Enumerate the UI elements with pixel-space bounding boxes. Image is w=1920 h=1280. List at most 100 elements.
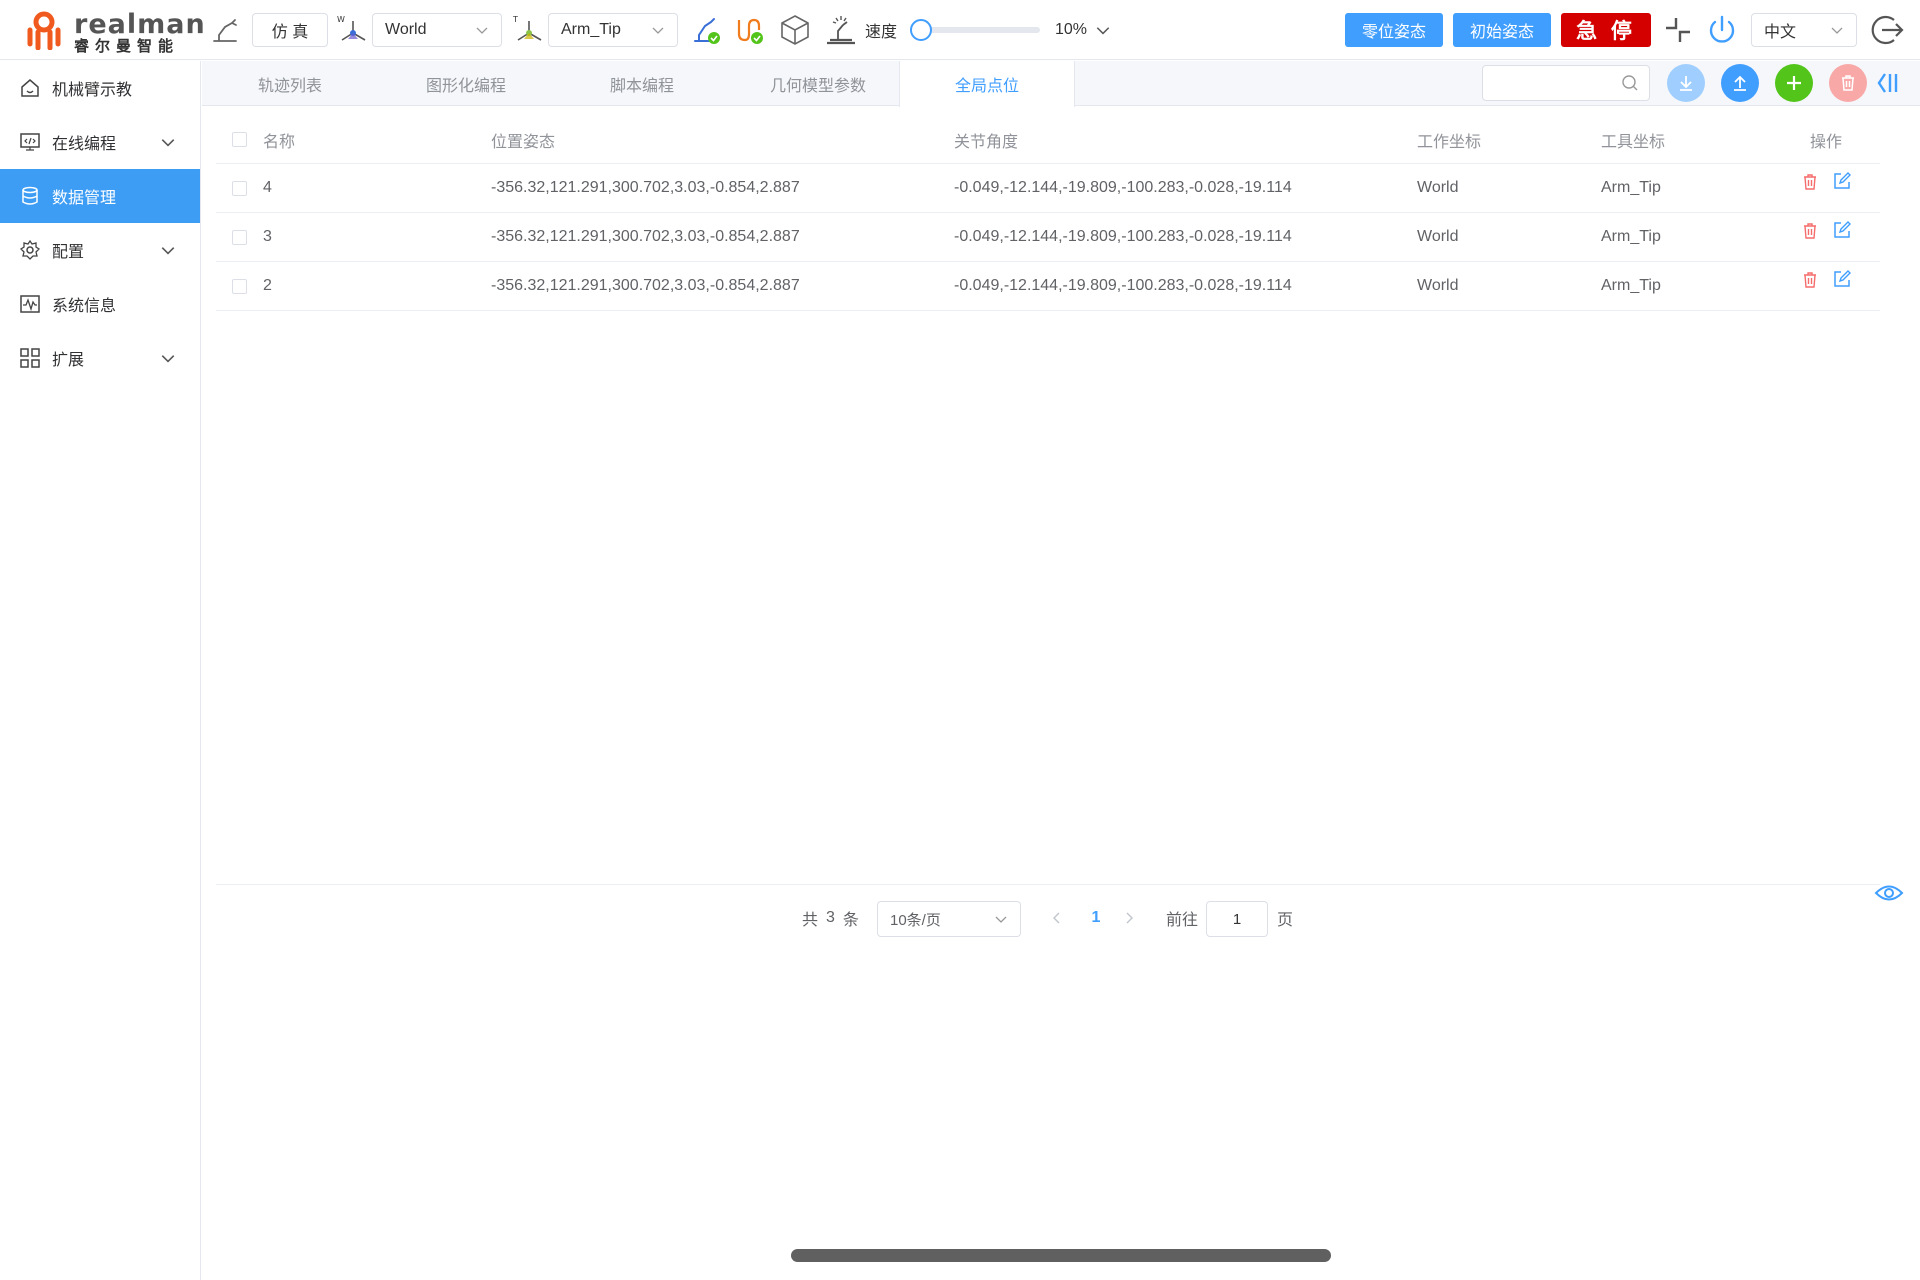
goto-page-input[interactable]: 1 [1206, 901, 1268, 937]
speed-label: 速度 [865, 24, 898, 41]
search-text-field[interactable] [1491, 66, 1621, 98]
robot-status-ok-icon[interactable] [690, 0, 722, 60]
simulation-label: 仿 真 [271, 24, 309, 41]
collapse-panel-icon[interactable] [1876, 70, 1900, 101]
cell-name: 3 [263, 228, 272, 245]
chevron-down-icon [995, 916, 1007, 923]
cell-pose: -356.32,121.291,300.702,3.03,-0.854,2.88… [491, 179, 800, 196]
cell-work-coord: World [1417, 228, 1459, 245]
work-coord-value: World [385, 21, 427, 38]
cell-tool-coord: Arm_Tip [1601, 277, 1661, 294]
svg-text:W: W [337, 15, 345, 24]
sidebar-item-online-programming[interactable]: 在线编程 [0, 115, 200, 169]
add-point-button[interactable] [1775, 64, 1813, 102]
table-row: 4 -356.32,121.291,300.702,3.03,-0.854,2.… [216, 164, 1880, 213]
cell-joints: -0.049,-12.144,-19.809,-100.283,-0.028,-… [954, 228, 1292, 245]
speed-slider-thumb[interactable] [910, 19, 932, 41]
global-points-table: 名称 位置姿态 关节角度 工作坐标 工具坐标 操作 4 -356.32,121.… [216, 116, 1880, 311]
work-coord-icon: W [336, 0, 370, 60]
emergency-stop-button[interactable]: 急 停 [1561, 13, 1651, 47]
tab-bar: 轨迹列表 图形化编程 脚本编程 几何模型参数 全局点位 [202, 61, 1920, 107]
tab-graphical-programming[interactable]: 图形化编程 [378, 61, 554, 106]
cube-model-icon[interactable] [778, 0, 812, 60]
header-name: 名称 [263, 133, 296, 151]
page-suffix: 页 [1277, 912, 1294, 929]
header-work-coord: 工作坐标 [1417, 133, 1482, 151]
tab-global-points[interactable]: 全局点位 [899, 61, 1075, 107]
prev-page-button[interactable] [1050, 910, 1064, 931]
delete-row-icon[interactable] [1800, 256, 1820, 304]
brand-subtitle: 睿尔曼智能 [74, 38, 180, 55]
tab-script-programming[interactable]: 脚本编程 [554, 61, 730, 106]
logout-icon[interactable] [1870, 0, 1906, 60]
cell-joints: -0.049,-12.144,-19.809,-100.283,-0.028,-… [954, 179, 1292, 196]
robot-arm-toolbar-icon[interactable] [210, 0, 240, 60]
edit-row-icon[interactable] [1832, 206, 1852, 254]
header-operations: 操作 [1810, 133, 1843, 151]
cable-connection-icon[interactable] [733, 0, 765, 60]
sidebar-item-arm-teach[interactable]: 机械臂示教 [0, 61, 200, 115]
home-icon [18, 76, 42, 100]
grid-icon [18, 346, 42, 370]
download-button[interactable] [1667, 64, 1705, 102]
upload-button[interactable] [1721, 64, 1759, 102]
pagination-total: 共 3 条 [802, 901, 859, 935]
work-coord-select[interactable]: World [372, 13, 502, 47]
power-icon[interactable] [1705, 0, 1739, 60]
tab-label: 图形化编程 [425, 77, 506, 95]
chevron-down-icon [161, 247, 175, 255]
teach-pendant-icon[interactable] [824, 0, 858, 60]
sidebar-item-extension[interactable]: 扩展 [0, 331, 200, 385]
init-pose-label: 初始姿态 [1469, 24, 1534, 41]
cell-work-coord: World [1417, 277, 1459, 294]
tab-geometry-params[interactable]: 几何模型参数 [730, 61, 906, 106]
cell-name: 4 [263, 179, 272, 196]
upload-icon [1734, 75, 1746, 91]
eye-icon[interactable] [1874, 882, 1904, 909]
edit-row-icon[interactable] [1832, 157, 1852, 205]
collapse-arrows-icon[interactable] [1662, 0, 1694, 60]
table-header-row: 名称 位置姿态 关节角度 工作坐标 工具坐标 操作 [216, 116, 1880, 164]
sidebar-item-system-info[interactable]: 系统信息 [0, 277, 200, 331]
page-size-select[interactable]: 10条/页 [877, 901, 1021, 937]
language-select[interactable]: 中文 [1751, 13, 1857, 47]
simulation-toggle-button[interactable]: 仿 真 [252, 13, 328, 47]
sidebar-nav: 机械臂示教 在线编程 数据管理 配置 系统信息 扩展 [0, 61, 201, 1280]
sidebar-item-label: 在线编程 [52, 136, 117, 153]
chevron-down-icon [161, 355, 175, 363]
top-toolbar: realman 睿尔曼智能 仿 真 W World T Arm_Tip 速度 1… [0, 0, 1920, 60]
database-icon [18, 184, 42, 208]
speed-slider[interactable] [910, 0, 1040, 60]
zero-pose-label: 零位姿态 [1361, 24, 1426, 41]
sidebar-item-label: 机械臂示教 [52, 82, 133, 99]
edit-row-icon[interactable] [1832, 255, 1852, 303]
sidebar-item-label: 数据管理 [52, 190, 117, 207]
search-input[interactable] [1482, 65, 1650, 101]
next-page-button[interactable] [1122, 910, 1136, 931]
cell-name: 2 [263, 277, 272, 294]
waveform-icon [18, 292, 42, 316]
sidebar-item-config[interactable]: 配置 [0, 223, 200, 277]
delete-row-icon[interactable] [1800, 207, 1820, 255]
row-checkbox[interactable] [232, 229, 247, 245]
batch-delete-button[interactable] [1829, 64, 1867, 102]
speed-value-select[interactable]: 10% [1055, 0, 1111, 60]
row-checkbox[interactable] [232, 180, 247, 196]
select-all-checkbox[interactable] [232, 132, 247, 147]
chevron-left-icon [1053, 912, 1060, 924]
zero-pose-button[interactable]: 零位姿态 [1345, 13, 1443, 47]
emergency-stop-label: 急 停 [1576, 20, 1636, 43]
tab-label: 几何模型参数 [769, 77, 866, 95]
horizontal-scrollbar[interactable] [791, 1249, 1331, 1262]
tool-coord-select[interactable]: Arm_Tip [548, 13, 678, 47]
page-number-current[interactable]: 1 [1082, 901, 1110, 935]
tool-coord-value: Arm_Tip [561, 21, 621, 38]
row-checkbox[interactable] [232, 278, 247, 294]
delete-row-icon[interactable] [1800, 158, 1820, 206]
tab-trajectory-list[interactable]: 轨迹列表 [202, 61, 378, 106]
search-icon[interactable] [1621, 74, 1639, 92]
init-pose-button[interactable]: 初始姿态 [1453, 13, 1551, 47]
sidebar-item-data-management[interactable]: 数据管理 [0, 169, 200, 223]
cell-tool-coord: Arm_Tip [1601, 228, 1661, 245]
table-row: 3 -356.32,121.291,300.702,3.03,-0.854,2.… [216, 213, 1880, 262]
